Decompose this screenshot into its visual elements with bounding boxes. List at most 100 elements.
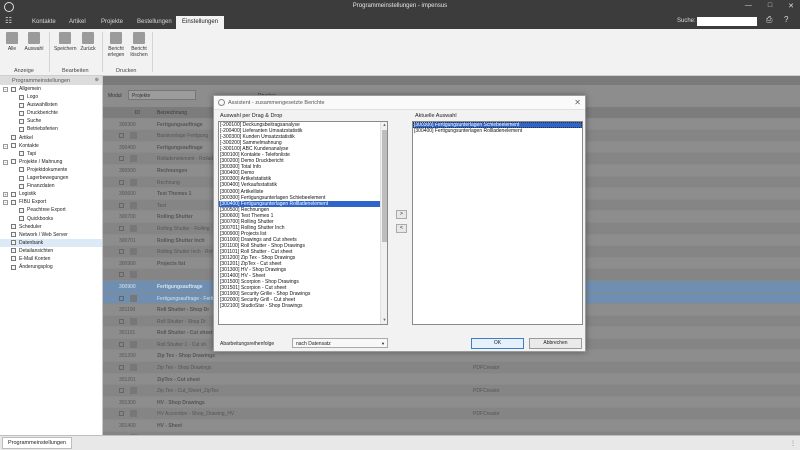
sidebar-item[interactable]: Suche — [0, 117, 102, 125]
row-checkbox[interactable] — [119, 179, 124, 185]
table-row[interactable]: 301400 HV - Sheet — [103, 420, 800, 432]
tab-einstellungen[interactable]: Einstellungen — [176, 16, 225, 29]
print-icon[interactable]: ⎙ — [766, 15, 772, 25]
add-to-selection-button[interactable]: > — [396, 210, 407, 219]
sidebar-item[interactable]: Änderungsplog — [0, 263, 102, 271]
table-row[interactable]: 301201 ZipTex - Cut sheet — [103, 374, 800, 386]
row-checkbox[interactable] — [119, 365, 124, 371]
tab-bestellungen[interactable]: Bestellungen — [131, 16, 178, 29]
report-document-icon[interactable] — [130, 317, 137, 325]
dialog-close-icon[interactable]: ✕ — [574, 98, 581, 107]
row-checkbox[interactable] — [119, 133, 124, 139]
row-name: ZipTex - Cut sheet — [157, 376, 200, 383]
sidebar-item[interactable]: + Logistik — [0, 190, 102, 198]
sidebar-item[interactable]: Finanzdaten — [0, 182, 102, 190]
collapse-icon[interactable]: − — [3, 200, 8, 206]
row-checkbox[interactable] — [119, 318, 124, 324]
create-report-button[interactable]: Bericht erlegen — [105, 32, 127, 58]
available-report-item[interactable]: [302100] StudioStar - Shop Drawings — [219, 303, 387, 309]
row-checkbox[interactable] — [119, 156, 124, 162]
column-name-header[interactable]: Beizeichnung — [157, 110, 187, 116]
scroll-thumb[interactable] — [382, 130, 387, 242]
sidebar-item[interactable]: Detailansichten — [0, 247, 102, 255]
sidebar-item[interactable]: − Allgemein — [0, 85, 102, 93]
sidebar-item[interactable]: Logo — [0, 93, 102, 101]
table-row[interactable]: 301200 Zip Tex - Shop Drawings — [103, 350, 800, 363]
sidebar-item[interactable]: Tapi — [0, 150, 102, 158]
row-checkbox[interactable] — [119, 272, 124, 278]
search-input[interactable] — [697, 17, 757, 26]
row-checkbox[interactable] — [119, 341, 124, 347]
sidebar-item[interactable]: Peachtree Export — [0, 206, 102, 214]
sidebar-item[interactable]: Projektdokumente — [0, 166, 102, 174]
module-select[interactable]: Projekte — [128, 90, 196, 100]
help-icon[interactable]: ? — [784, 15, 788, 24]
row-checkbox[interactable] — [119, 225, 124, 231]
report-document-icon[interactable] — [130, 248, 137, 256]
row-checkbox[interactable] — [119, 411, 124, 417]
remove-from-selection-button[interactable]: < — [396, 224, 407, 233]
pin-icon[interactable]: ⊕ — [95, 77, 99, 83]
row-checkbox[interactable] — [119, 388, 124, 394]
collapse-icon[interactable]: − — [3, 87, 8, 92]
selected-report-item[interactable]: [300400] Fertigungsunterlagen Rollladene… — [413, 128, 582, 134]
sidebar-item[interactable]: Quickbooks — [0, 215, 102, 223]
sidebar-item[interactable]: − FIBU Export — [0, 198, 102, 206]
sidebar-item[interactable]: − Kontakte — [0, 142, 102, 150]
report-document-icon[interactable] — [130, 364, 137, 372]
selected-reports-list[interactable]: [300300] Fertigungsunterlagen Schiebeele… — [412, 121, 583, 325]
report-document-icon[interactable] — [130, 201, 137, 209]
table-row[interactable]: HV Accordion - Shop_Drawing_HV PDFCreator — [103, 408, 800, 421]
row-checkbox[interactable] — [119, 202, 124, 208]
show-selection-button[interactable]: Auswahl — [23, 32, 45, 52]
report-document-icon[interactable] — [130, 340, 137, 348]
column-id-header[interactable]: ID — [135, 110, 140, 116]
menu-icon[interactable]: ☷ — [5, 16, 12, 25]
sidebar-item[interactable]: − Projekte / Mahnung — [0, 158, 102, 166]
minimize-icon[interactable]: — — [745, 2, 752, 10]
sidebar-item[interactable]: E-Mail Konten — [0, 255, 102, 263]
table-row[interactable]: 301300 HV - Shop Drawings — [103, 397, 800, 409]
show-all-button[interactable]: Alle — [1, 32, 23, 52]
report-document-icon[interactable] — [130, 271, 137, 279]
close-icon[interactable]: ✕ — [788, 2, 794, 10]
sidebar-item[interactable]: Lagerbewegungen — [0, 174, 102, 182]
row-checkbox[interactable] — [119, 295, 124, 301]
tab-artikel[interactable]: Artikel — [63, 16, 92, 29]
collapse-icon[interactable]: − — [3, 143, 8, 149]
sidebar-item[interactable]: Scheduler — [0, 223, 102, 231]
ok-button[interactable]: OK — [471, 338, 524, 349]
delete-report-button[interactable]: Bericht löschen — [128, 32, 150, 58]
sidebar-item[interactable]: Network / Web Server — [0, 231, 102, 239]
available-reports-scrollbar[interactable]: ▲ ▼ — [380, 122, 387, 324]
table-row[interactable]: Zip Tex - Cut_Sheet_ZipTex PDFCreator — [103, 385, 800, 397]
cancel-button[interactable]: Abbrechen — [529, 338, 582, 349]
expand-icon[interactable]: + — [3, 192, 8, 198]
open-tab-programmeinstellungen[interactable]: Programmeinstellungen — [2, 437, 73, 449]
save-button[interactable]: Speichern — [54, 32, 77, 52]
row-checkbox[interactable] — [119, 249, 124, 255]
available-reports-list[interactable]: [-200100] Deckungsbeitragsanalyse [-20040… — [218, 121, 388, 325]
scroll-down-icon[interactable]: ▼ — [381, 317, 387, 324]
report-document-icon[interactable] — [130, 224, 137, 232]
report-document-icon[interactable] — [130, 387, 137, 395]
report-document-icon[interactable] — [130, 410, 137, 418]
sidebar-item[interactable]: Datenbank — [0, 238, 102, 247]
table-row[interactable]: Zip Tex - Shop Drawings PDFCreator — [103, 362, 800, 374]
tab-kontakte[interactable]: Kontakte — [26, 16, 62, 29]
tab-projekte[interactable]: Projekte — [95, 16, 129, 29]
resize-grip-icon[interactable]: ⋮ — [790, 440, 796, 447]
sidebar-item[interactable]: Auswahllisten — [0, 101, 102, 109]
collapse-icon[interactable]: − — [3, 159, 8, 165]
sidebar-item[interactable]: Druckberichte — [0, 109, 102, 117]
report-document-icon[interactable] — [130, 178, 137, 186]
report-document-icon[interactable] — [130, 132, 137, 140]
processing-order-select[interactable]: nach Datensatz ▼ — [292, 338, 388, 348]
maximize-icon[interactable]: □ — [768, 2, 772, 10]
undo-button[interactable]: Zurück — [77, 32, 99, 52]
sidebar-item[interactable]: Artikel — [0, 134, 102, 142]
sidebar-item[interactable]: Betriebsferien — [0, 125, 102, 133]
scroll-up-icon[interactable]: ▲ — [381, 122, 387, 129]
report-document-icon[interactable] — [130, 294, 137, 302]
report-document-icon[interactable] — [130, 155, 137, 163]
